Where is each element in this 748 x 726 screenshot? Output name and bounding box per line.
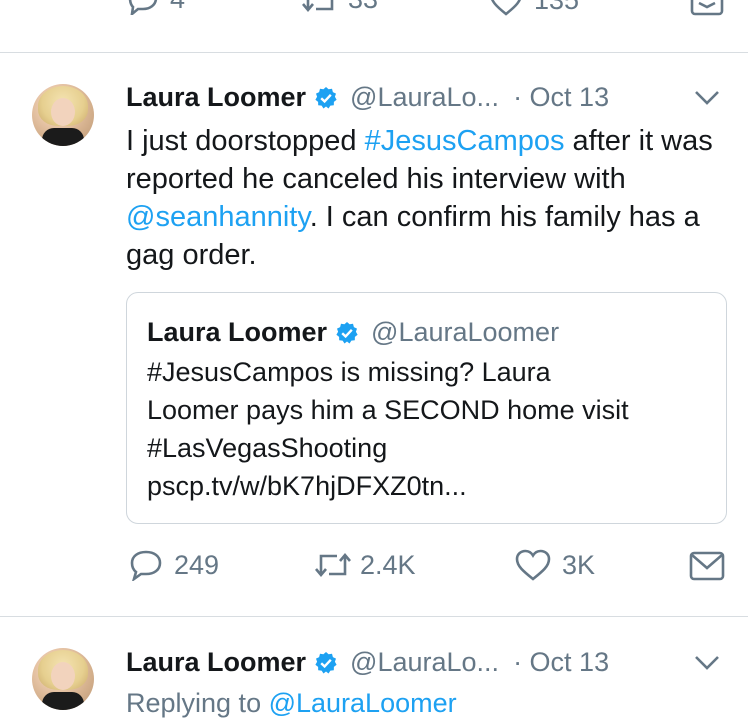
replying-to-mention[interactable]: @LauraLoomer — [269, 688, 457, 718]
mention-link[interactable]: @seanhannity — [126, 201, 310, 233]
handle[interactable]: @LauraLo... — [350, 647, 499, 678]
dm-icon — [689, 551, 725, 581]
divider-1 — [0, 52, 748, 53]
top-reply-count: 4 — [170, 0, 185, 15]
tweet-text-part: I just doorstopped — [126, 125, 365, 157]
tweet-1-text: I just doorstopped #JesusCampos after it… — [126, 122, 736, 274]
quoted-tweet-text: #JesusCampos is missing? Laura Loomer pa… — [147, 353, 717, 505]
like-action[interactable]: 3K — [514, 548, 595, 582]
top-like-count: 135 — [534, 0, 579, 16]
hashtag-link[interactable]: #JesusCampos — [365, 125, 565, 157]
top-reply-action[interactable]: 4 — [126, 0, 185, 15]
like-icon — [515, 549, 551, 581]
reply-count: 249 — [174, 549, 220, 580]
tweet-2-header: Laura Loomer @LauraLo... · Oct 13 — [126, 647, 609, 678]
chevron-down-icon[interactable] — [694, 90, 720, 106]
timestamp[interactable]: · Oct 13 — [513, 82, 609, 113]
quoted-handle: @LauraLoomer — [371, 317, 560, 347]
retweet-count: 2.4K — [360, 549, 416, 580]
reply-icon — [130, 550, 162, 581]
retweet-icon — [315, 552, 351, 578]
handle[interactable]: @LauraLo... — [350, 82, 499, 113]
reply-icon — [128, 0, 158, 15]
retweet-action[interactable]: 2.4K — [312, 549, 416, 581]
display-name[interactable]: Laura Loomer — [126, 647, 306, 678]
replying-to-line: Replying to @LauraLoomer — [126, 688, 457, 719]
like-count: 3K — [562, 549, 596, 580]
retweet-icon — [302, 0, 334, 12]
dm-action[interactable] — [689, 551, 725, 581]
timestamp[interactable]: · Oct 13 — [513, 647, 609, 678]
quoted-display-name: Laura Loomer — [147, 317, 328, 347]
quoted-line: #LasVegasShooting — [147, 433, 388, 463]
quoted-line: #JesusCampos is missing? Laura — [147, 357, 551, 387]
top-dm-action[interactable] — [690, 0, 724, 16]
quoted-line: Loomer pays him a SECOND home visit — [147, 395, 629, 425]
dm-icon — [690, 0, 724, 16]
replying-to-prefix: Replying to — [126, 688, 269, 718]
avatar[interactable] — [32, 648, 94, 710]
reply-action[interactable]: 249 — [128, 549, 219, 581]
divider-2 — [0, 616, 748, 617]
tweet-1-header: Laura Loomer @LauraLo... · Oct 13 — [126, 82, 609, 113]
quoted-tweet[interactable]: Laura Loomer @LauraLoomer #JesusCampos i… — [126, 292, 727, 524]
quoted-link: pscp.tv/w/bK7hjDFXZ0tn... — [147, 471, 467, 501]
top-retweet-action[interactable]: 33 — [300, 0, 378, 15]
quoted-tweet-header: Laura Loomer @LauraLoomer — [147, 317, 559, 348]
verified-badge-icon — [315, 86, 337, 108]
avatar[interactable] — [32, 84, 94, 146]
top-like-action[interactable]: 135 — [488, 0, 579, 16]
verified-badge-icon — [336, 321, 358, 343]
top-retweet-count: 33 — [348, 0, 378, 15]
like-icon — [491, 0, 521, 16]
chevron-down-icon[interactable] — [694, 655, 720, 671]
verified-badge-icon — [315, 651, 337, 673]
display-name[interactable]: Laura Loomer — [126, 82, 306, 113]
